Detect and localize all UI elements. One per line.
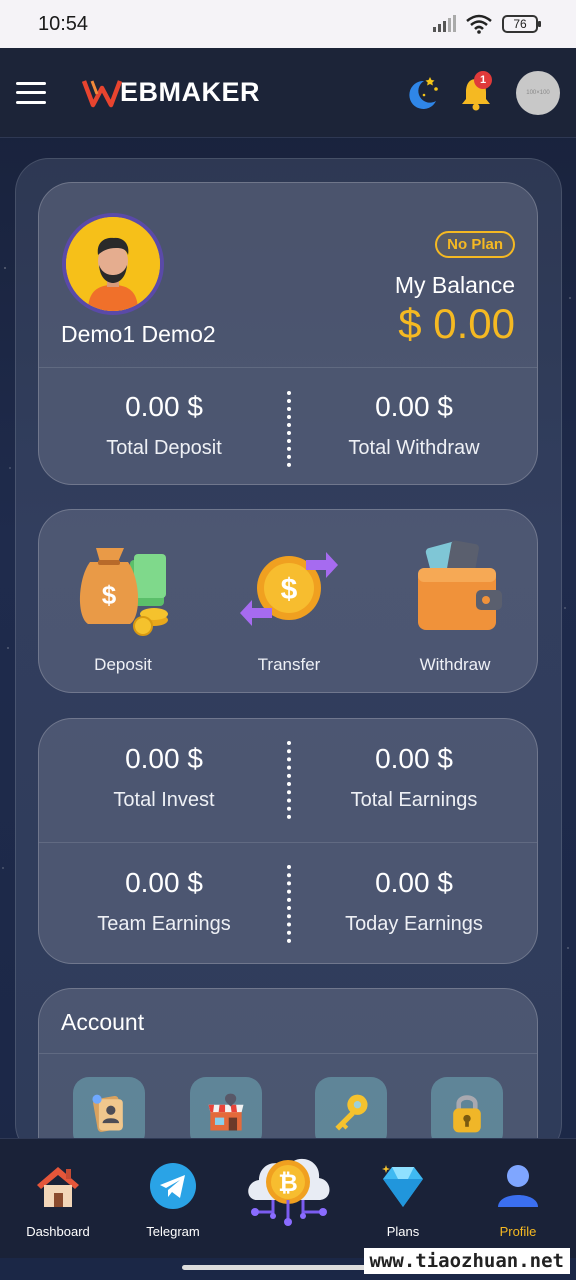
home-indicator [182,1265,394,1270]
svg-text:$: $ [102,580,117,610]
nav-telegram-label: Telegram [146,1224,200,1239]
watermark: www.tiaozhuan.net [363,1248,570,1274]
signal-icon [433,15,456,32]
wallet-icon [418,540,502,630]
telegram-icon [150,1163,196,1209]
money-bag-icon: $ [79,548,168,636]
status-time: 10:54 [38,12,89,35]
divider [39,1053,537,1054]
transfer-label: Transfer [257,655,321,674]
actions-card: $ Deposit $ Transfer Withdraw [38,509,538,693]
user-name: Demo1 Demo2 [61,321,216,347]
transfer-coin-icon: $ [240,552,338,626]
app-logo[interactable]: EBMAKER [82,77,260,108]
svg-text:₿: ₿ [278,1170,298,1197]
total-withdraw-value: 0.00 $ [375,391,453,422]
total-invest-stat: 0.00 $ Total Invest [39,743,289,812]
total-deposit-label: Total Deposit [106,437,222,459]
withdraw-button[interactable]: Withdraw [375,538,535,675]
account-title: Account [61,1009,145,1035]
moon-stars-icon[interactable] [402,73,442,113]
nav-profile[interactable]: Profile [468,1161,568,1239]
logo-w-icon [82,79,122,107]
transfer-button[interactable]: $ Transfer [209,538,369,675]
total-earnings-label: Total Earnings [350,789,478,811]
total-invest-label: Total Invest [113,789,215,811]
total-withdraw-stat: 0.00 $ Total Withdraw [289,391,539,460]
nav-dashboard-label: Dashboard [26,1224,90,1239]
header-avatar[interactable]: 100×100 [516,70,560,115]
nav-plans-label: Plans [386,1224,420,1239]
nav-telegram[interactable]: Telegram [123,1161,223,1239]
deposit-label: Deposit [94,655,152,674]
divider [39,367,537,368]
total-earnings-value: 0.00 $ [375,743,453,774]
battery-level: 76 [513,17,527,31]
bitcoin-cloud-icon: ₿ [248,1158,330,1226]
lock-icon [453,1095,481,1133]
team-earnings-value: 0.00 $ [125,867,203,898]
total-invest-value: 0.00 $ [125,743,203,774]
total-earnings-stat: 0.00 $ Total Earnings [289,743,539,812]
today-earnings-value: 0.00 $ [375,867,453,898]
status-bar: 10:54 76 [0,0,576,48]
user-icon [498,1165,538,1207]
battery-icon: 76 [502,15,541,33]
app-header: EBMAKER 1 100×100 [0,48,576,138]
today-earnings-stat: 0.00 $ Today Earnings [289,867,539,936]
nav-plans[interactable]: Plans [353,1161,453,1239]
team-earnings-stat: 0.00 $ Team Earnings [39,867,289,936]
today-earnings-label: Today Earnings [345,913,483,935]
hamburger-menu-icon[interactable] [16,81,46,104]
profile-card-icon [92,1094,124,1132]
total-deposit-stat: 0.00 $ Total Deposit [39,391,289,460]
house-icon [37,1167,79,1207]
profile-card: Demo1 Demo2 No Plan My Balance $ 0.00 0.… [38,182,538,485]
plan-status-badge: No Plan [435,231,515,258]
nav-dashboard[interactable]: Dashboard [8,1161,108,1239]
total-deposit-value: 0.00 $ [125,391,203,422]
nav-bitcoin-cloud[interactable]: ₿ [243,1142,335,1234]
team-earnings-label: Team Earnings [97,913,231,935]
deposit-button[interactable]: $ Deposit [43,538,203,675]
user-avatar[interactable] [62,213,164,315]
divider [39,842,537,843]
shop-icon [208,1093,244,1131]
diamond-icon [382,1165,423,1207]
total-withdraw-label: Total Withdraw [348,437,480,459]
balance-value: $ 0.00 [398,300,515,347]
wifi-icon [466,14,492,34]
nav-profile-label: Profile [499,1224,537,1239]
svg-text:$: $ [281,573,298,606]
balance-label: My Balance [394,272,515,298]
logo-text: EBMAKER [120,77,261,107]
notification-bell[interactable]: 1 [456,70,496,113]
user-avatar-icon [66,217,160,311]
notification-count-badge: 1 [474,70,492,89]
withdraw-label: Withdraw [419,655,491,674]
key-icon [335,1094,368,1131]
stats-card: 0.00 $ Total Invest 0.00 $ Total Earning… [38,718,538,964]
